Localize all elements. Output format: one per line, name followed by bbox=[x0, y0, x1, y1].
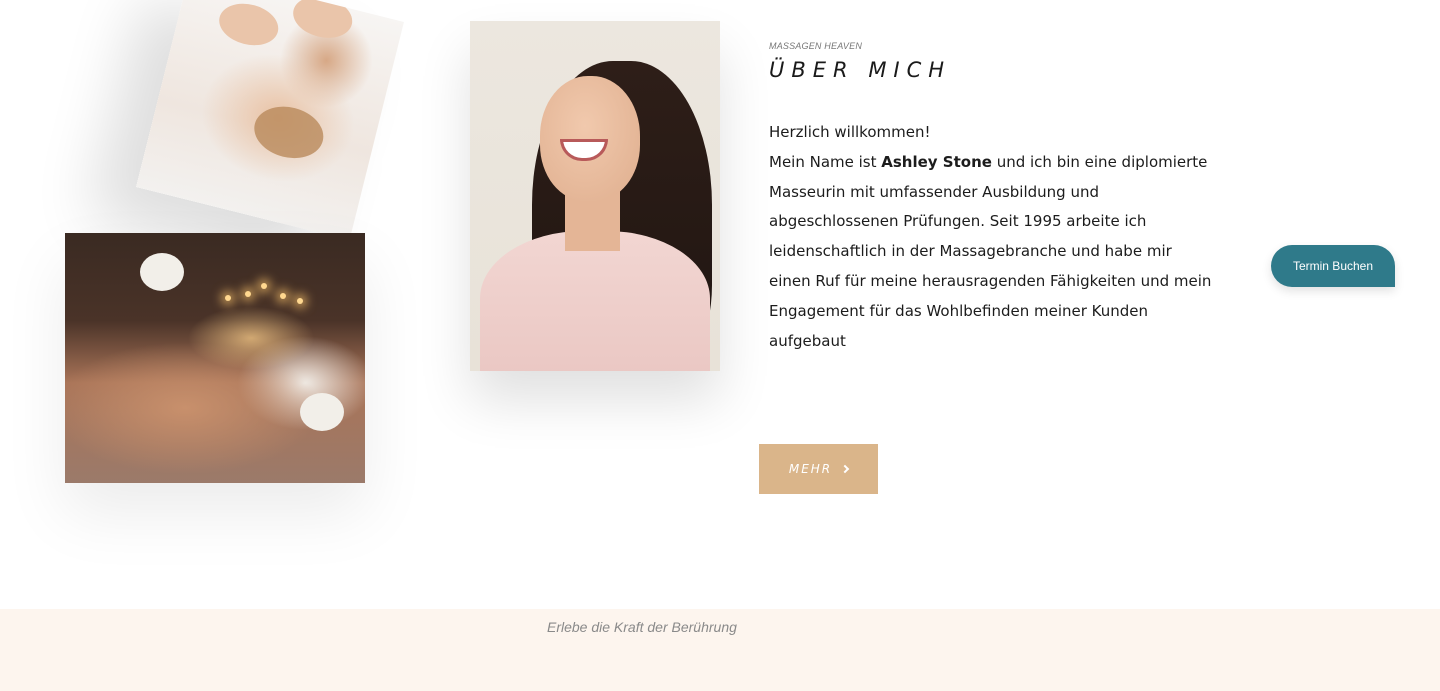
herbal-pouch bbox=[300, 393, 344, 431]
about-text: Herzlich willkommen! Mein Name ist Ashle… bbox=[769, 118, 1214, 356]
hand-shape bbox=[288, 0, 357, 44]
section-eyebrow: MASSAGEN HEAVEN bbox=[769, 41, 863, 51]
intro-paragraph: Mein Name ist Ashley Stone und ich bin e… bbox=[769, 148, 1214, 357]
therapist-name: Ashley Stone bbox=[881, 152, 992, 171]
candle-light bbox=[225, 295, 231, 301]
chevron-right-icon bbox=[840, 464, 850, 473]
book-appointment-button[interactable]: Termin Buchen bbox=[1271, 245, 1395, 287]
more-button[interactable]: MEHR bbox=[759, 444, 878, 494]
hand-shape bbox=[214, 0, 283, 52]
section-tagline: Erlebe die Kraft der Berührung bbox=[547, 619, 737, 635]
more-button-label: MEHR bbox=[788, 462, 833, 476]
candle-light bbox=[280, 293, 286, 299]
shoulder-massage-photo bbox=[136, 0, 404, 241]
hair-shape bbox=[248, 99, 329, 166]
portrait-photo bbox=[470, 21, 720, 371]
greeting-line: Herzlich willkommen! bbox=[769, 123, 931, 141]
candle-light bbox=[261, 283, 267, 289]
page: MASSAGEN HEAVEN ÜBER MICH Herzlich willk… bbox=[0, 0, 1440, 691]
intro-suffix: und ich bin eine diplomierte Masseurin m… bbox=[769, 152, 1212, 350]
herbal-pouch bbox=[140, 253, 184, 291]
back-massage-photo bbox=[65, 233, 365, 483]
intro-prefix: Mein Name ist bbox=[769, 152, 882, 171]
candle-light bbox=[297, 298, 303, 304]
candle-light bbox=[245, 291, 251, 297]
portrait-blouse bbox=[480, 231, 710, 371]
next-section-strip: Erlebe die Kraft der Berührung bbox=[0, 609, 1440, 691]
section-title: ÜBER MICH bbox=[769, 58, 952, 82]
